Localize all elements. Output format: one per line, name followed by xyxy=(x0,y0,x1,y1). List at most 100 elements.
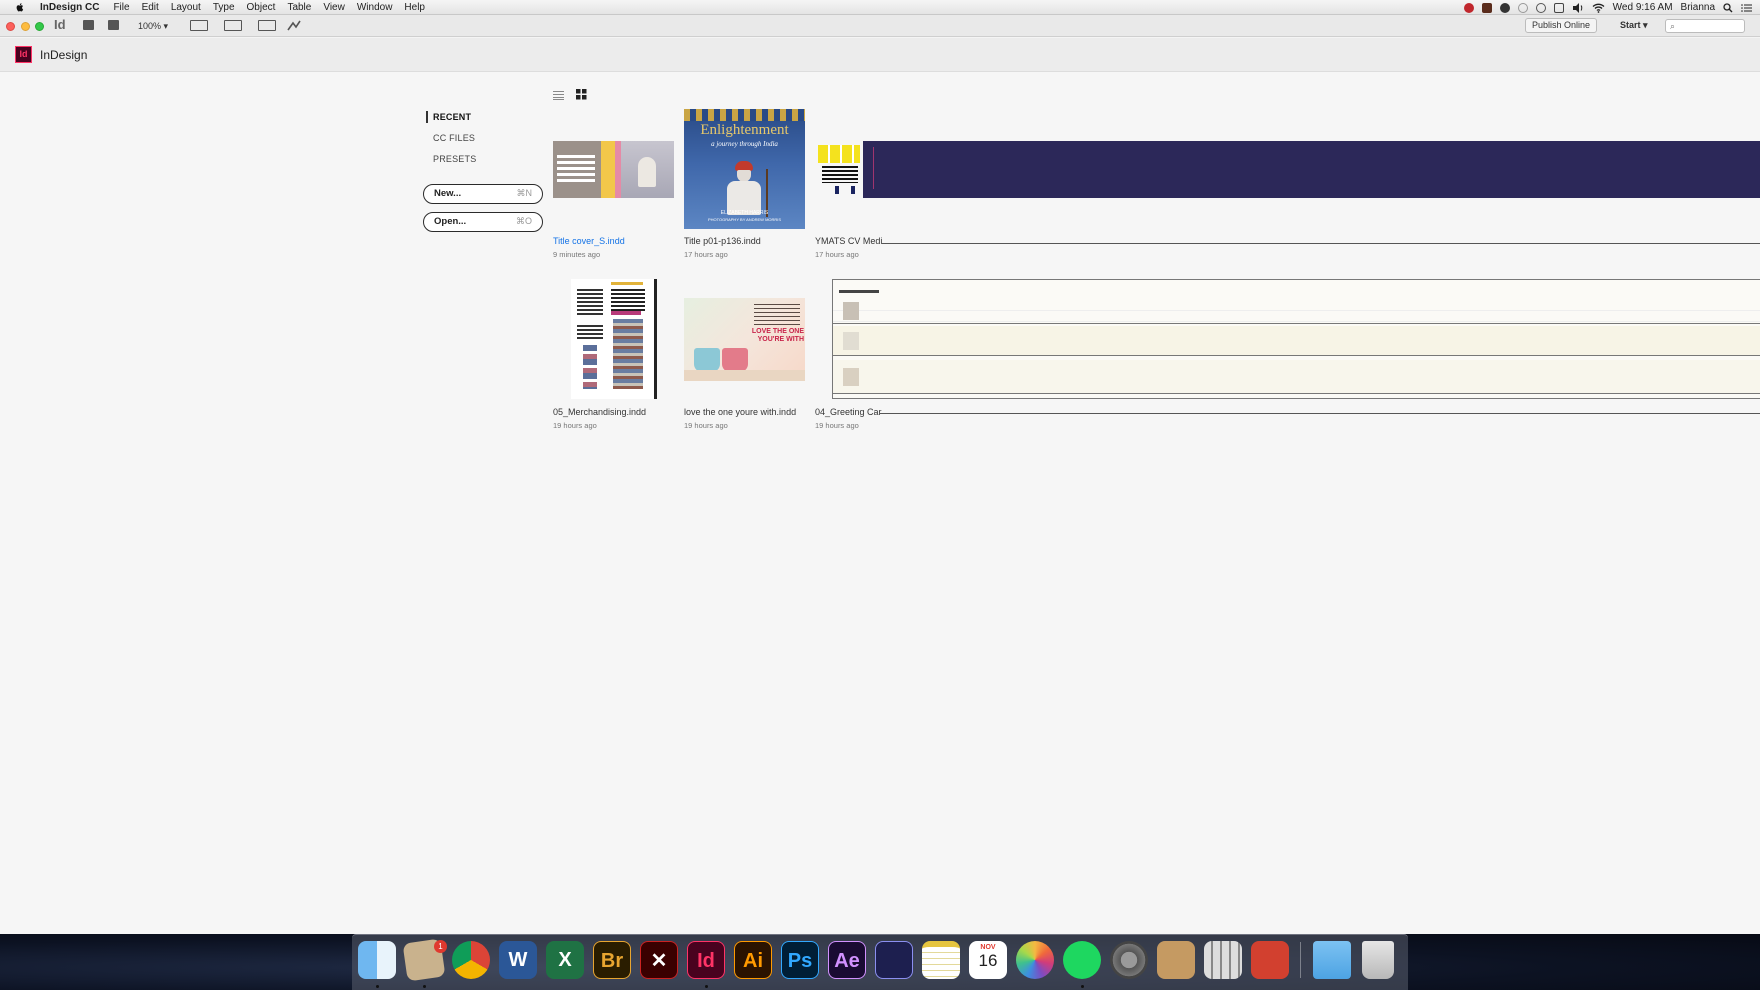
file-time-title-pages: 17 hours ago xyxy=(684,250,728,259)
search-input[interactable] xyxy=(1665,19,1745,33)
status-app-icon[interactable] xyxy=(1481,2,1492,13)
bridge-button-icon[interactable] xyxy=(83,20,94,30)
nav-cc-files[interactable]: CC FILES xyxy=(433,133,475,143)
file-name-greeting-cards[interactable]: 04_Greeting Car xyxy=(815,407,882,417)
status-circle-icon[interactable] xyxy=(1499,2,1510,13)
file-thumbnail-title-pages[interactable]: Enlightenment a journey through India EL… xyxy=(684,109,805,229)
nav-recent[interactable]: RECENT xyxy=(433,112,471,122)
cover-spine xyxy=(601,141,615,198)
dock-contacts-icon[interactable] xyxy=(1157,941,1195,979)
file-time-title-cover: 9 minutes ago xyxy=(553,250,601,259)
view-options-icon[interactable] xyxy=(190,20,208,31)
dock-chrome-icon[interactable] xyxy=(452,941,490,979)
clock[interactable]: Wed 9:16 AM xyxy=(1613,2,1673,13)
menu-type[interactable]: Type xyxy=(207,0,241,15)
gpu-performance-icon[interactable] xyxy=(287,20,301,32)
greeting-card-thumb-3 xyxy=(843,368,859,386)
file-thumbnail-merchandising[interactable] xyxy=(571,279,657,399)
calendar-month: NOV xyxy=(980,944,996,951)
dock-remote-desktop-icon[interactable] xyxy=(1251,941,1289,979)
file-time-greeting-cards: 19 hours ago xyxy=(815,421,859,430)
thumb-credit-photo: PHOTOGRAPHY BY ANDREW MORRIS xyxy=(707,217,782,222)
file-time-merchandising: 19 hours ago xyxy=(553,421,597,430)
dock-system-preferences-icon[interactable] xyxy=(1110,941,1148,979)
dock-finder-icon[interactable] xyxy=(358,941,396,979)
volume-icon[interactable] xyxy=(1572,2,1584,13)
cv-black-lines xyxy=(822,166,858,183)
arrange-documents-icon[interactable] xyxy=(258,20,276,31)
open-document-button[interactable]: Open... ⌘O xyxy=(423,212,543,232)
workspace-switcher[interactable]: Start ▾ xyxy=(1620,20,1648,31)
screen-mode-icon[interactable] xyxy=(224,20,242,31)
file-name-love[interactable]: love the one youre with.indd xyxy=(684,407,796,417)
file-name-title-pages[interactable]: Title p01-p136.indd xyxy=(684,236,761,246)
running-indicator-finder xyxy=(376,985,379,988)
grid-view-icon[interactable] xyxy=(576,89,587,100)
dock-folder-icon[interactable] xyxy=(1313,941,1351,979)
time-machine-icon[interactable] xyxy=(1517,2,1528,13)
menu-view[interactable]: View xyxy=(317,0,351,15)
new-shortcut: ⌘N xyxy=(516,188,533,198)
minimize-window-button[interactable] xyxy=(21,22,30,31)
merch-text-column xyxy=(577,289,603,315)
indesign-logo: Id xyxy=(15,46,32,63)
sync-icon[interactable] xyxy=(1535,2,1546,13)
file-thumbnail-ymats-cv[interactable] xyxy=(815,141,1760,198)
greeting-title-line xyxy=(839,290,879,293)
dock-separator xyxy=(1300,942,1301,978)
file-name-title-cover[interactable]: Title cover_S.indd xyxy=(553,236,625,246)
thumb-ornament xyxy=(684,109,805,121)
status-area: Wed 9:16 AM Brianna xyxy=(1463,0,1752,15)
dock-calendar-icon[interactable]: NOV 16 xyxy=(969,941,1007,979)
user-name[interactable]: Brianna xyxy=(1681,2,1715,13)
dock-indesign-icon[interactable]: Id xyxy=(687,941,725,979)
stock-button-icon[interactable] xyxy=(108,20,119,30)
dock-illustrator-icon[interactable]: Ai xyxy=(734,941,772,979)
file-name-ymats-cv[interactable]: YMATS CV Medi xyxy=(815,236,882,246)
file-time-ymats-cv: 17 hours ago xyxy=(815,250,859,259)
apple-menu-icon[interactable] xyxy=(14,2,26,13)
menu-object[interactable]: Object xyxy=(241,0,282,15)
wifi-icon[interactable] xyxy=(1592,3,1605,13)
close-window-button[interactable] xyxy=(6,22,15,31)
file-thumbnail-title-cover[interactable] xyxy=(553,141,674,198)
menu-table[interactable]: Table xyxy=(281,0,317,15)
creative-cloud-icon[interactable] xyxy=(1463,2,1474,13)
dock-media-encoder-icon[interactable] xyxy=(875,941,913,979)
greeting-card-thumb-1 xyxy=(843,302,859,320)
dock-after-effects-icon[interactable]: Ae xyxy=(828,941,866,979)
notification-center-icon[interactable] xyxy=(1741,3,1752,13)
menu-window[interactable]: Window xyxy=(351,0,399,15)
thumb-book-title: Enlightenment xyxy=(700,122,789,138)
menu-file[interactable]: File xyxy=(107,0,135,15)
dock-photoshop-icon[interactable]: Ps xyxy=(781,941,819,979)
file-thumbnail-greeting-cards[interactable] xyxy=(832,279,1760,399)
spotlight-icon[interactable] xyxy=(1723,2,1733,13)
greeting-row-3 xyxy=(833,360,1760,394)
list-view-icon[interactable] xyxy=(553,90,564,100)
app-menu[interactable]: InDesign CC xyxy=(34,0,107,15)
cv-yellow-block xyxy=(818,145,860,163)
menu-edit[interactable]: Edit xyxy=(136,0,165,15)
nav-presets[interactable]: PRESETS xyxy=(433,154,476,164)
merch-page-edge xyxy=(654,279,657,399)
dock-bridge-icon[interactable]: Br xyxy=(593,941,631,979)
new-document-button[interactable]: New... ⌘N xyxy=(423,184,543,204)
dock-word-icon[interactable]: W xyxy=(499,941,537,979)
publish-online-button[interactable]: Publish Online xyxy=(1525,18,1598,33)
menu-help[interactable]: Help xyxy=(398,0,431,15)
zoom-level-select[interactable]: 100% ▾ xyxy=(138,21,168,32)
dock-trash-icon[interactable] xyxy=(1362,941,1394,979)
dock-calculator-icon[interactable] xyxy=(1204,941,1242,979)
dock-photos-icon[interactable] xyxy=(1016,941,1054,979)
file-name-merchandising[interactable]: 05_Merchandising.indd xyxy=(553,407,646,417)
dock-excel-icon[interactable]: X xyxy=(546,941,584,979)
calendar-day: 16 xyxy=(978,951,998,970)
bluetooth-icon[interactable] xyxy=(1553,2,1564,13)
dock-spotify-icon[interactable] xyxy=(1063,941,1101,979)
menu-layout[interactable]: Layout xyxy=(165,0,207,15)
file-thumbnail-love[interactable]: LOVE THE ONE YOU'RE WITH xyxy=(684,298,805,381)
dock-acrobat-icon[interactable]: ✕ xyxy=(640,941,678,979)
zoom-window-button[interactable] xyxy=(35,22,44,31)
dock-notes-icon[interactable] xyxy=(922,941,960,979)
